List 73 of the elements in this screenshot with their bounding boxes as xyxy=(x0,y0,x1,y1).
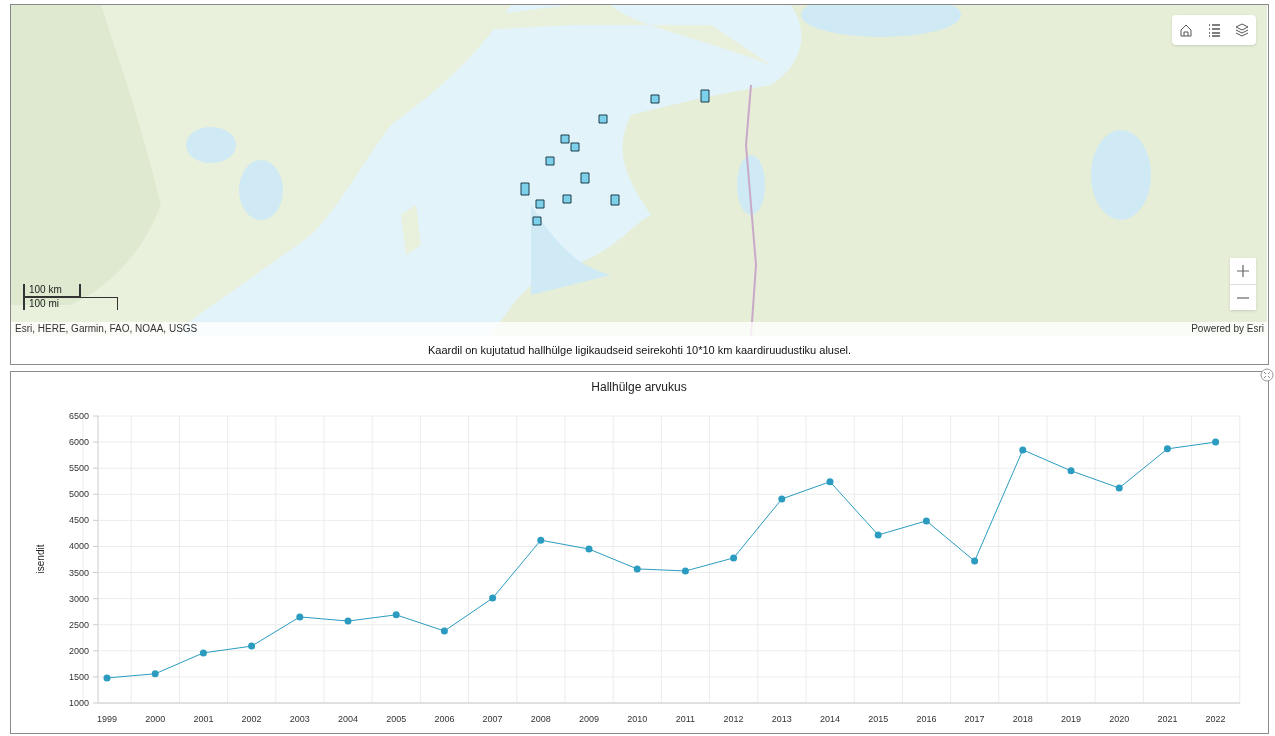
data-point xyxy=(1163,445,1171,453)
data-point xyxy=(826,478,834,486)
layers-icon[interactable] xyxy=(1234,22,1250,38)
data-point xyxy=(440,627,448,635)
data-point xyxy=(633,565,641,573)
data-point xyxy=(730,554,738,562)
x-tick-label: 2013 xyxy=(771,714,792,724)
data-point xyxy=(1067,467,1075,475)
data-point xyxy=(681,567,689,575)
data-point xyxy=(1212,438,1220,446)
x-tick-label: 2016 xyxy=(916,714,937,724)
x-tick-label: 2014 xyxy=(820,714,840,724)
y-tick-label: 4500 xyxy=(68,515,89,526)
chart-title: Hallhülge arvukus xyxy=(591,380,687,394)
x-tick-label: 2009 xyxy=(579,714,599,724)
x-tick-label: 2002 xyxy=(241,714,262,724)
x-tick-label: 2012 xyxy=(723,714,744,724)
data-point xyxy=(874,531,882,539)
data-point xyxy=(199,649,207,657)
x-tick-label: 1999 xyxy=(97,714,117,724)
x-tick-label: 2006 xyxy=(434,714,455,724)
data-point xyxy=(922,517,930,525)
attribution-text: Esri, HERE, Garmin, FAO, NOAA, USGS xyxy=(15,322,198,336)
x-tick-label: 2007 xyxy=(482,714,503,724)
y-tick-label: 6000 xyxy=(68,437,89,448)
x-tick-label: 2004 xyxy=(338,714,358,724)
y-tick-label: 2000 xyxy=(68,645,89,656)
expand-icon[interactable] xyxy=(1260,368,1274,382)
x-tick-label: 2020 xyxy=(1109,714,1130,724)
data-point xyxy=(344,617,352,625)
data-point xyxy=(151,670,159,678)
x-tick-label: 2015 xyxy=(868,714,889,724)
x-tick-label: 2008 xyxy=(530,714,551,724)
x-tick-label: 2018 xyxy=(1012,714,1033,724)
home-icon[interactable] xyxy=(1178,22,1194,38)
data-point xyxy=(392,611,400,619)
data-point xyxy=(1019,446,1027,454)
minus-icon xyxy=(1237,296,1249,299)
data-point xyxy=(971,557,979,565)
data-point xyxy=(778,495,786,503)
y-tick-label: 1000 xyxy=(68,698,89,708)
data-point xyxy=(1115,484,1123,492)
data-point xyxy=(489,594,497,602)
map-caption: Kaardil on kujutatud hallhülge ligikaudseid seirekohti 10*10 km kaardiruudustiku alusel. xyxy=(427,342,852,358)
y-tick-label: 6500 xyxy=(68,411,89,421)
x-tick-label: 2010 xyxy=(627,714,648,724)
data-point xyxy=(585,545,593,553)
list-icon[interactable] xyxy=(1206,22,1222,38)
scale-bar: 100 mi xyxy=(23,297,118,310)
y-tick-label: 4000 xyxy=(68,541,89,552)
y-axis-label: isendit xyxy=(35,544,46,574)
x-tick-label: 2021 xyxy=(1157,714,1178,724)
x-tick-label: 2005 xyxy=(386,714,407,724)
powered-by-link[interactable]: Powered by Esri xyxy=(1191,322,1264,336)
x-tick-label: 2000 xyxy=(145,714,166,724)
y-tick-label: 2500 xyxy=(68,619,89,630)
x-tick-label: 2017 xyxy=(964,714,985,724)
scale-bar: 100 km xyxy=(23,284,81,297)
plus-icon xyxy=(1237,265,1249,277)
y-tick-label: 3500 xyxy=(68,567,89,578)
y-tick-label: 3000 xyxy=(68,593,89,604)
x-tick-label: 2022 xyxy=(1205,714,1226,724)
data-point xyxy=(103,674,111,682)
y-tick-label: 5500 xyxy=(68,463,89,474)
x-tick-label: 2001 xyxy=(193,714,214,724)
data-point xyxy=(296,613,304,621)
x-tick-label: 2019 xyxy=(1061,714,1081,724)
data-point xyxy=(537,536,545,544)
x-tick-label: 2011 xyxy=(675,714,696,724)
x-tick-label: 2003 xyxy=(289,714,310,724)
data-point xyxy=(248,642,256,650)
y-tick-label: 1500 xyxy=(68,671,89,682)
y-tick-label: 5000 xyxy=(68,489,89,500)
